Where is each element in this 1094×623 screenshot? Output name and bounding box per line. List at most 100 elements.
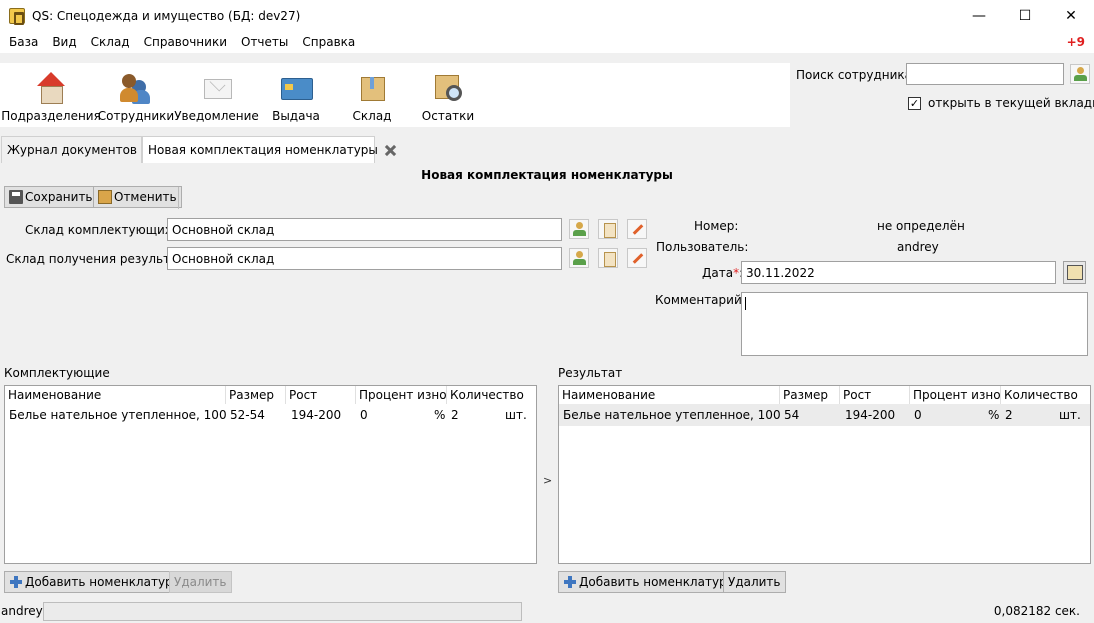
toolbar-employees-button[interactable]: Сотрудники (98, 63, 174, 127)
open-in-current-tab-option[interactable]: ✓ открыть в текущей вкладке (908, 96, 1094, 110)
components-warehouse-label: Склад комплектующих*: (25, 223, 182, 237)
result-warehouse-field[interactable]: Основной склад (167, 247, 562, 270)
result-add-button[interactable]: Добавить номенклатуру (558, 571, 739, 593)
select-result-warehouse-button[interactable] (569, 248, 589, 268)
house-icon (35, 72, 67, 104)
column-header[interactable]: Размер (780, 386, 840, 404)
components-add-button[interactable]: Добавить номенклатуру (4, 571, 185, 593)
number-label: Номер: (694, 219, 739, 233)
toolbar-warehouse-button[interactable]: Склад (346, 63, 398, 127)
menu-warehouse[interactable]: Склад (84, 35, 137, 49)
maximize-button[interactable]: ☐ (1002, 0, 1048, 31)
tab-documents-journal[interactable]: Журнал документов (1, 136, 142, 163)
minimize-button[interactable]: — (956, 0, 1002, 31)
envelope-icon (201, 72, 233, 104)
cell-size: 52-54 (230, 408, 265, 422)
column-header[interactable]: Процент износа (910, 386, 1001, 404)
document-form: Новая комплектация номенклатуры Сохранит… (0, 163, 1094, 595)
components-warehouse-field[interactable]: Основной склад (167, 218, 562, 241)
column-header[interactable]: Рост (840, 386, 910, 404)
card-icon (280, 72, 313, 104)
edit-result-warehouse-button[interactable] (627, 248, 647, 268)
user-label: Пользователь: (656, 240, 749, 254)
status-bar: andrey 0,082182 сек. (0, 600, 1094, 623)
employee-search-input[interactable] (906, 63, 1064, 85)
menu-reports[interactable]: Отчеты (234, 35, 295, 49)
title-bar: QS: Спецодежда и имущество (БД: dev27) —… (0, 0, 1094, 31)
floppy-icon (9, 190, 23, 204)
app-icon (9, 7, 25, 25)
cell-wear: 0 (914, 408, 922, 422)
cell-height: 194-200 (845, 408, 896, 422)
comment-textarea[interactable] (741, 292, 1088, 356)
date-field[interactable]: 30.11.2022 (741, 261, 1056, 284)
menu-bar: База Вид Склад Справочники Отчеты Справк… (0, 31, 1094, 53)
column-header[interactable]: Рост (286, 386, 356, 404)
column-header[interactable]: Наименование (559, 386, 780, 404)
column-header[interactable]: Количество (1001, 386, 1090, 404)
toolbar-notification-button[interactable]: Уведомление (174, 63, 259, 127)
tab-label: Новая комплектация номенклатуры (148, 143, 378, 157)
document-title: Новая комплектация номенклатуры (421, 168, 673, 182)
result-table[interactable]: Наименование Размер Рост Процент износа … (558, 385, 1091, 564)
notification-badge[interactable]: +9 (1067, 35, 1085, 49)
main-toolbar: Подразделения Сотрудники Уведомление Выд… (0, 63, 790, 127)
components-delete-button[interactable]: Удалить (169, 571, 232, 593)
box-search-icon (432, 72, 464, 104)
column-header[interactable]: Размер (226, 386, 286, 404)
components-table[interactable]: Наименование Размер Рост Процент износа … (4, 385, 537, 564)
column-header[interactable]: Количество (447, 386, 536, 404)
calendar-icon[interactable] (1063, 261, 1086, 284)
column-header[interactable]: Процент износа (356, 386, 447, 404)
toolbar-issue-button[interactable]: Выдача (268, 63, 324, 127)
select-components-warehouse-button[interactable] (569, 219, 589, 239)
employee-search-label: Поиск сотрудника: (796, 68, 917, 82)
cell-name: Белье нательное утепленное, 100% х/б (9, 408, 227, 422)
cell-unit: шт. (1059, 408, 1081, 422)
cell-name: Белье нательное утепленное, 100% х/б (563, 408, 781, 422)
open-in-current-tab-checkbox[interactable]: ✓ (908, 96, 921, 110)
toolbar-button-label: Сотрудники (97, 109, 175, 123)
cancel-icon (98, 190, 112, 204)
toolbar-button-label: Склад (352, 109, 392, 123)
save-button-label: Сохранить (25, 190, 93, 204)
open-result-warehouse-button[interactable] (598, 248, 618, 268)
cell-unit: шт. (505, 408, 527, 422)
status-progress (43, 602, 522, 621)
table-row[interactable]: Белье нательное утепленное, 100% х/б 52-… (5, 404, 536, 426)
table-row[interactable]: Белье нательное утепленное, 100% х/б 54 … (559, 404, 1090, 426)
cell-wear: 0 (360, 408, 368, 422)
toolbar-stock-button[interactable]: Остатки (420, 63, 476, 127)
column-header[interactable]: Наименование (5, 386, 226, 404)
open-components-warehouse-button[interactable] (598, 219, 618, 239)
comment-label: Комментарий: (655, 293, 746, 307)
cell-quantity: 2 (451, 408, 459, 422)
cancel-button-label: Отменить (114, 190, 177, 204)
date-label: Дата*: (702, 266, 743, 280)
menu-base[interactable]: База (0, 35, 45, 49)
status-elapsed-time: 0,082182 сек. (993, 604, 1080, 618)
cell-size: 54 (784, 408, 800, 422)
employee-search-button[interactable] (1070, 64, 1090, 84)
menu-directories[interactable]: Справочники (137, 35, 234, 49)
toolbar-departments-button[interactable]: Подразделения (1, 63, 101, 127)
cell-quantity: 2 (1005, 408, 1013, 422)
cell-wear-unit: % (434, 408, 446, 422)
window-title: QS: Спецодежда и имущество (БД: dev27) (32, 8, 301, 23)
number-value: не определён (877, 219, 965, 233)
result-delete-button[interactable]: Удалить (723, 571, 786, 593)
cell-wear-unit: % (988, 408, 1000, 422)
people-icon (120, 72, 152, 104)
edit-components-warehouse-button[interactable] (627, 219, 647, 239)
cancel-button[interactable]: Отменить (93, 186, 182, 208)
close-window-button[interactable]: ✕ (1048, 0, 1094, 31)
open-in-current-tab-label: открыть в текущей вкладке (928, 96, 1094, 110)
menu-help[interactable]: Справка (295, 35, 362, 49)
status-user: andrey (1, 604, 43, 618)
save-button[interactable]: Сохранить (4, 186, 98, 208)
toolbar-button-label: Остатки (421, 109, 475, 123)
menu-view[interactable]: Вид (45, 35, 83, 49)
tab-new-assembly[interactable]: Новая комплектация номенклатуры (142, 136, 378, 163)
document-tabs: Журнал документов Новая комплектация ном… (0, 136, 1094, 163)
add-button-label: Добавить номенклатуру (25, 575, 180, 589)
